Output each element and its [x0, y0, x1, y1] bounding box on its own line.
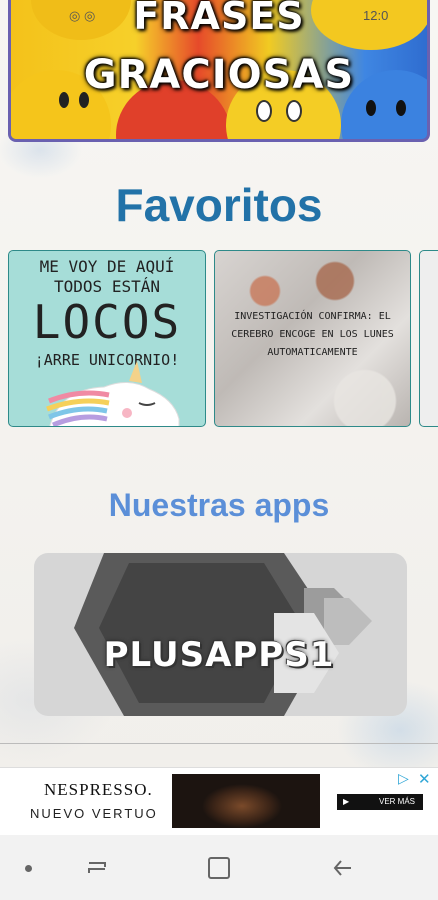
- emoji-eye-icon: [396, 100, 406, 116]
- ad-coffee-image: [172, 774, 320, 828]
- favorite-card[interactable]: INVESTIGACIÓN CONFIRMA: EL CEREBRO ENCOG…: [214, 250, 411, 427]
- divider: [0, 743, 438, 744]
- quote-line: INVESTIGACIÓN CONFIRMA: EL: [234, 311, 391, 322]
- favorites-title: Favoritos: [115, 179, 323, 231]
- favorite-card-partial[interactable]: [419, 250, 438, 427]
- ad-banner[interactable]: NESPRESSO. NUEVO VERTUO ▶ VER MÁS ▷ ✕: [0, 767, 438, 836]
- emoji-eye-icon: [286, 100, 302, 122]
- play-icon: ▶: [343, 797, 350, 806]
- ad-cta-button[interactable]: ▶ VER MÁS: [337, 794, 423, 810]
- unicorn-icon: [46, 361, 180, 426]
- home-icon[interactable]: [201, 851, 237, 885]
- banner-title-line2: GRACIOSAS: [83, 52, 355, 98]
- nav-dot-icon[interactable]: [10, 851, 46, 885]
- back-icon[interactable]: [325, 851, 361, 885]
- favorite-card[interactable]: ME VOY DE AQUÍ TODOS ESTÁN LOCOS ¡ARRE U…: [8, 250, 206, 427]
- ad-tagline: NUEVO VERTUO: [30, 806, 158, 821]
- ad-cta-label: VER MÁS: [378, 797, 415, 806]
- emoji-eye-icon: [256, 100, 272, 122]
- quote-line: AUTOMATICAMENTE: [267, 347, 358, 358]
- header-banner[interactable]: ◎ ◎ 12:0 FRASES GRACIOSAS: [8, 0, 430, 142]
- quote-line: ME VOY DE AQUÍ: [39, 257, 175, 276]
- banner-title-line1: FRASES: [133, 0, 305, 38]
- ad-info-icon[interactable]: ▷: [398, 770, 409, 787]
- apps-title: Nuestras apps: [108, 487, 330, 523]
- system-nav-bar: [0, 835, 438, 900]
- ad-close-icon[interactable]: ✕: [418, 770, 431, 788]
- emoji-eye-icon: [366, 100, 376, 116]
- quote-line: TODOS ESTÁN: [54, 277, 160, 296]
- ad-brand: NESPRESSO.: [44, 780, 153, 799]
- quote-line: LOCOS: [32, 295, 182, 349]
- recent-apps-icon[interactable]: [79, 851, 115, 885]
- app-name: PLUSAPPS1: [103, 635, 335, 675]
- quote-line: CEREBRO ENCOGE EN LOS LUNES: [231, 329, 394, 340]
